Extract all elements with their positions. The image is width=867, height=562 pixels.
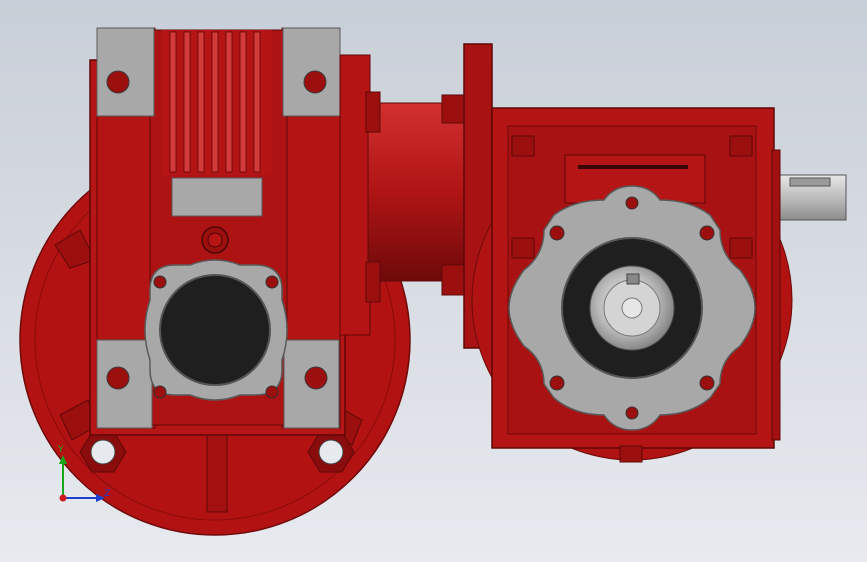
triad-z-label: Z [104, 489, 110, 499]
input-bore [159, 274, 271, 386]
cooling-fins [162, 30, 272, 175]
nameplate [171, 177, 263, 217]
bottom-left-mount-plate [96, 339, 153, 429]
gearbox-assembly-drawing: Y Z [0, 0, 867, 562]
triad-y-label: Y [57, 445, 64, 455]
top-left-mount-plate [96, 27, 155, 117]
cad-viewport[interactable]: Y Z [0, 0, 867, 562]
bottom-right-mount-plate [283, 339, 340, 429]
top-right-mount-plate [282, 27, 341, 117]
coupling-cylinder [367, 102, 471, 282]
